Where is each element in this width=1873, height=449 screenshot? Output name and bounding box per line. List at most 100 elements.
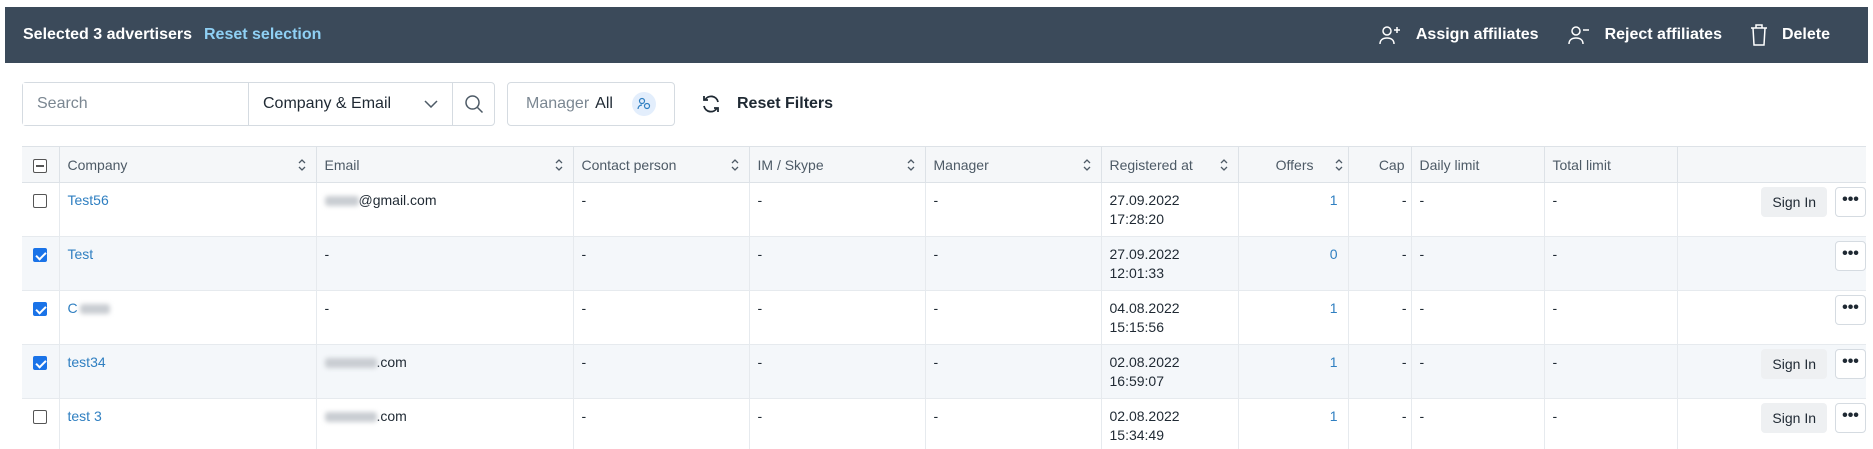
row-checkbox[interactable] <box>33 410 48 425</box>
email-cell: .com <box>316 398 574 449</box>
registered-cell: 02.08.2022 16:59:07 <box>1101 344 1239 399</box>
offers-link[interactable]: 1 <box>1330 408 1338 424</box>
user-minus-icon <box>1567 26 1589 45</box>
cap-cell: - <box>1348 236 1412 291</box>
search-field-select[interactable]: Company & Email <box>249 83 453 125</box>
company-link[interactable]: test 3 <box>68 408 102 424</box>
table-row: test34 .com - - -02.08.2022 16:59:07 1- - - Sign … <box>22 344 1866 399</box>
row-checkbox[interactable] <box>33 302 48 317</box>
im-cell: - <box>749 290 926 345</box>
offers-cell: 1 <box>1238 398 1349 449</box>
daily-limit-cell: - <box>1411 344 1545 399</box>
more-actions-button[interactable]: ••• <box>1835 241 1866 271</box>
offers-link[interactable]: 1 <box>1330 192 1338 208</box>
offers-cell: 1 <box>1238 182 1349 237</box>
advertisers-page: Selected 3 advertisers Reset selection A… <box>0 0 1873 449</box>
company-link[interactable]: C <box>68 300 110 316</box>
row-checkbox[interactable] <box>33 248 48 263</box>
manager-users-icon <box>632 92 656 116</box>
registered-time: 12:01:33 <box>1109 265 1165 281</box>
contact-cell: - <box>573 182 750 237</box>
cap-cell: - <box>1348 344 1412 399</box>
email-cell: @gmail.com <box>316 182 574 237</box>
column-header-actions <box>1677 146 1866 183</box>
sign-in-button[interactable]: Sign In <box>1761 187 1827 217</box>
offers-link[interactable]: 1 <box>1330 354 1338 370</box>
more-actions-button[interactable]: ••• <box>1835 349 1866 379</box>
registered-time: 16:59:07 <box>1109 373 1165 389</box>
im-cell: - <box>749 236 926 291</box>
registered-date: 27.09.2022 <box>1109 246 1180 262</box>
more-actions-button[interactable]: ••• <box>1835 187 1866 217</box>
row-actions-cell: ••• <box>1677 290 1866 345</box>
reset-selection-link[interactable]: Reset selection <box>204 26 321 44</box>
total-limit-cell: - <box>1544 182 1678 237</box>
company-cell: Test56 <box>59 182 317 237</box>
sort-icon <box>1083 159 1090 171</box>
assign-affiliates-button[interactable]: Assign affiliates <box>1378 24 1539 46</box>
row-select-cell <box>22 182 60 237</box>
advertisers-table: Company Email Contact person IM / Skype … <box>22 146 1866 449</box>
redacted-text <box>79 304 110 315</box>
delete-button[interactable]: Delete <box>1750 24 1830 46</box>
more-actions-button[interactable]: ••• <box>1835 403 1866 433</box>
contact-cell: - <box>573 236 750 291</box>
offers-link[interactable]: 0 <box>1330 246 1338 262</box>
registered-date: 04.08.2022 <box>1109 300 1180 316</box>
trash-icon <box>1750 24 1767 46</box>
email-cell: .com <box>316 344 574 399</box>
manager-cell: - <box>925 398 1102 449</box>
registered-date: 27.09.2022 <box>1109 192 1180 208</box>
contact-cell: - <box>573 344 750 399</box>
sort-icon <box>1335 159 1342 171</box>
registered-cell: 27.09.2022 17:28:20 <box>1101 182 1239 237</box>
sort-icon <box>298 159 305 171</box>
sort-icon <box>555 159 562 171</box>
table-row: Test56 @gmail.com - - -27.09.2022 17:28:20 1- -… <box>22 182 1866 237</box>
search-icon <box>464 95 483 114</box>
select-all-checkbox[interactable] <box>33 158 48 173</box>
cap-cell: - <box>1348 290 1412 345</box>
manager-filter-value: All <box>595 95 613 112</box>
sign-in-button[interactable]: Sign In <box>1761 403 1827 433</box>
search-button[interactable] <box>453 83 494 125</box>
sign-in-button[interactable]: Sign In <box>1761 349 1827 379</box>
column-header-registered[interactable]: Registered at <box>1101 146 1239 183</box>
im-cell: - <box>749 398 926 449</box>
column-header-company[interactable]: Company <box>59 146 317 183</box>
more-actions-button[interactable]: ••• <box>1835 295 1866 325</box>
registered-time: 17:28:20 <box>1109 211 1165 227</box>
reset-filters-button[interactable]: Reset Filters <box>701 94 833 114</box>
column-header-offers[interactable]: Offers <box>1238 146 1349 183</box>
row-select-cell <box>22 398 60 449</box>
column-header-email[interactable]: Email <box>316 146 574 183</box>
column-header-contact[interactable]: Contact person <box>573 146 750 183</box>
manager-cell: - <box>925 290 1102 345</box>
search-group: Company & Email <box>22 82 495 126</box>
search-input[interactable] <box>23 83 249 125</box>
row-select-cell <box>22 236 60 291</box>
manager-filter[interactable]: Manager All <box>507 82 675 126</box>
company-link[interactable]: test34 <box>68 354 106 370</box>
row-checkbox[interactable] <box>33 356 48 371</box>
daily-limit-cell: - <box>1411 236 1545 291</box>
reject-affiliates-button[interactable]: Reject affiliates <box>1567 24 1722 46</box>
sort-icon <box>731 159 738 171</box>
selection-action-bar: Selected 3 advertisers Reset selection A… <box>5 7 1868 63</box>
im-cell: - <box>749 182 926 237</box>
row-checkbox[interactable] <box>33 194 48 209</box>
row-select-cell <box>22 290 60 345</box>
column-header-daily-limit: Daily limit <box>1411 146 1545 183</box>
column-header-manager[interactable]: Manager <box>925 146 1102 183</box>
company-link[interactable]: Test56 <box>68 192 109 208</box>
daily-limit-cell: - <box>1411 290 1545 345</box>
offers-link[interactable]: 1 <box>1330 300 1338 316</box>
delete-label: Delete <box>1781 26 1830 43</box>
table-row: Test - - - -27.09.2022 12:01:33 0- - - ••• <box>22 236 1866 291</box>
assign-affiliates-label: Assign affiliates <box>1415 26 1539 43</box>
chevron-down-icon <box>424 100 438 108</box>
column-header-im[interactable]: IM / Skype <box>749 146 926 183</box>
registered-cell: 27.09.2022 12:01:33 <box>1101 236 1239 291</box>
company-link[interactable]: Test <box>68 246 94 262</box>
sort-icon <box>907 159 914 171</box>
